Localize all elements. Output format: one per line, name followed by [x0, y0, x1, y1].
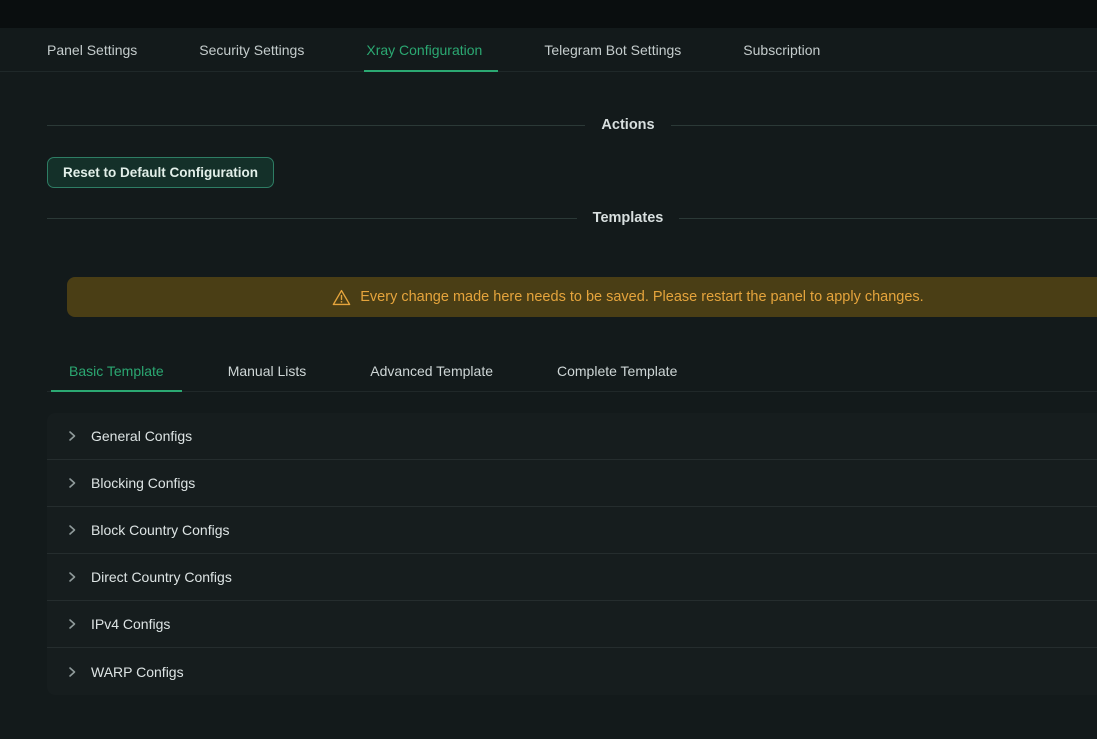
- section-title-templates: Templates: [593, 210, 664, 226]
- tab-complete-template[interactable]: Complete Template: [557, 351, 677, 391]
- accordion-item-blocking-configs[interactable]: Blocking Configs: [47, 460, 1097, 507]
- tab-panel-settings[interactable]: Panel Settings: [47, 28, 137, 71]
- tab-xray-configuration[interactable]: Xray Configuration: [366, 28, 482, 71]
- accordion-item-ipv4-configs[interactable]: IPv4 Configs: [47, 601, 1097, 648]
- chevron-right-icon: [66, 477, 78, 489]
- chevron-right-icon: [66, 524, 78, 536]
- accordion-item-label: Block Country Configs: [91, 522, 230, 538]
- accordion-item-warp-configs[interactable]: WARP Configs: [47, 648, 1097, 695]
- accordion-item-label: General Configs: [91, 428, 192, 444]
- accordion-item-label: WARP Configs: [91, 664, 184, 680]
- templates-divider: Templates: [47, 210, 1097, 226]
- warning-banner: Every change made here needs to be saved…: [67, 277, 1097, 317]
- tab-telegram-bot-settings[interactable]: Telegram Bot Settings: [544, 28, 681, 71]
- tab-basic-template[interactable]: Basic Template: [69, 351, 164, 391]
- accordion-item-label: IPv4 Configs: [91, 616, 170, 632]
- template-tabs: Basic Template Manual Lists Advanced Tem…: [69, 351, 1097, 391]
- chevron-right-icon: [66, 430, 78, 442]
- chevron-right-icon: [66, 666, 78, 678]
- tab-advanced-template[interactable]: Advanced Template: [370, 351, 493, 391]
- tab-subscription[interactable]: Subscription: [743, 28, 820, 71]
- divider-line: [47, 125, 585, 126]
- divider-line: [47, 218, 577, 219]
- accordion-item-label: Blocking Configs: [91, 475, 195, 491]
- reset-default-config-button[interactable]: Reset to Default Configuration: [47, 157, 274, 188]
- xray-configuration-panel: Actions Reset to Default Configuration T…: [47, 117, 1097, 695]
- divider-line: [671, 125, 1097, 126]
- section-title-actions: Actions: [601, 117, 654, 133]
- actions-divider: Actions: [47, 117, 1097, 133]
- accordion-item-block-country-configs[interactable]: Block Country Configs: [47, 507, 1097, 554]
- top-bar: [0, 0, 1097, 28]
- chevron-right-icon: [66, 571, 78, 583]
- accordion-item-label: Direct Country Configs: [91, 569, 232, 585]
- divider-line: [679, 218, 1097, 219]
- tab-security-settings[interactable]: Security Settings: [199, 28, 304, 71]
- tab-manual-lists[interactable]: Manual Lists: [228, 351, 307, 391]
- chevron-right-icon: [66, 618, 78, 630]
- settings-tabs: Panel Settings Security Settings Xray Co…: [0, 28, 1097, 72]
- templates-accordion: General Configs Blocking Configs Block C…: [47, 413, 1097, 695]
- warning-icon: [332, 289, 351, 306]
- accordion-item-general-configs[interactable]: General Configs: [47, 413, 1097, 460]
- template-tabs-bar: Basic Template Manual Lists Advanced Tem…: [47, 351, 1097, 392]
- warning-text: Every change made here needs to be saved…: [360, 289, 923, 305]
- accordion-item-direct-country-configs[interactable]: Direct Country Configs: [47, 554, 1097, 601]
